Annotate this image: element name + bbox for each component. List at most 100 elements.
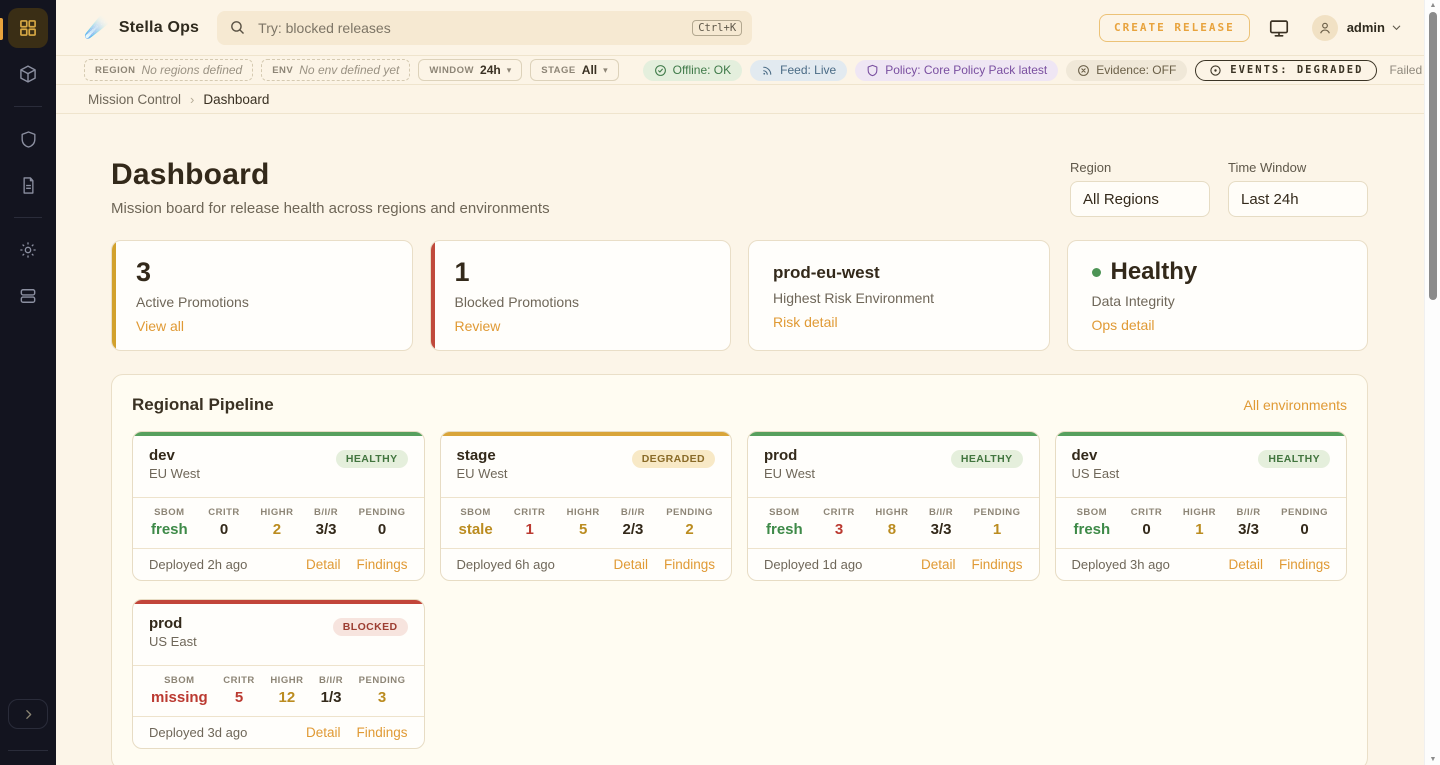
highr-value: 1	[1183, 521, 1216, 538]
panel-title: Regional Pipeline	[132, 395, 274, 415]
review-link[interactable]: Review	[455, 318, 501, 334]
detail-link[interactable]: Detail	[921, 557, 956, 572]
detail-link[interactable]: Detail	[613, 557, 648, 572]
pending-value: 2	[666, 521, 713, 538]
metric-label: B/I/R	[319, 675, 343, 686]
scroll-up-arrow[interactable]: ▲	[1425, 2, 1440, 9]
region-select[interactable]: All Regions	[1070, 181, 1210, 217]
pill-label: Policy: Core Policy Pack latest	[885, 63, 1047, 77]
offline-status-pill: Offline: OK	[643, 60, 742, 81]
region-name: EU West	[149, 466, 200, 481]
scroll-down-arrow[interactable]: ▼	[1425, 756, 1440, 763]
time-window-filter-label: Time Window	[1228, 160, 1368, 175]
app-header: ☄️ Stella Ops Ctrl+K CREATE RELEASE admi…	[56, 0, 1424, 56]
pill-label: Evidence: OFF	[1096, 63, 1176, 77]
x-circle-icon	[1077, 64, 1090, 77]
sidebar-expand-button[interactable]	[8, 699, 48, 729]
all-environments-link[interactable]: All environments	[1244, 397, 1348, 413]
stat-value: 3	[136, 258, 392, 288]
metric-label: HIGHR	[875, 507, 908, 518]
sidebar-divider	[8, 750, 48, 751]
findings-link[interactable]: Findings	[971, 557, 1022, 572]
deployed-text: Deployed 3d ago	[149, 725, 247, 740]
deployed-text: Deployed 2h ago	[149, 557, 247, 572]
detail-link[interactable]: Detail	[1228, 557, 1263, 572]
pending-value: 1	[974, 521, 1021, 538]
sbom-value: fresh	[766, 521, 803, 538]
pipeline-card-prod-us-east: prod US East BLOCKED SBOMmissing CRITR5 …	[132, 599, 425, 749]
region-context-chip[interactable]: REGION No regions defined	[84, 59, 253, 81]
pipeline-grid: dev EU West HEALTHY SBOMfresh CRITR0 HIG…	[132, 431, 1347, 749]
region-filter-label: Region	[1070, 160, 1210, 175]
metric-label: CRITR	[223, 675, 255, 686]
stage-dropdown[interactable]: STAGE All ▾	[530, 59, 618, 81]
risk-detail-link[interactable]: Risk detail	[773, 314, 838, 330]
time-window-select[interactable]: Last 24h	[1228, 181, 1368, 217]
metric-label: HIGHR	[567, 507, 600, 518]
page-title: Dashboard	[111, 158, 550, 192]
env-context-chip[interactable]: ENV No env defined yet	[261, 59, 410, 81]
stat-cards-row: 3 Active Promotions View all 1 Blocked P…	[111, 240, 1368, 351]
detail-link[interactable]: Detail	[306, 557, 341, 572]
metric-label: B/I/R	[1236, 507, 1260, 518]
ops-detail-link[interactable]: Ops detail	[1092, 317, 1155, 333]
scrollbar-thumb[interactable]	[1429, 12, 1437, 300]
monitor-icon[interactable]	[1268, 17, 1290, 39]
document-icon	[19, 176, 38, 195]
metric-label: CRITR	[823, 507, 855, 518]
findings-link[interactable]: Findings	[1279, 557, 1330, 572]
search-input[interactable]	[258, 20, 692, 36]
sidebar-item-releases[interactable]	[8, 54, 48, 94]
create-release-button[interactable]: CREATE RELEASE	[1099, 14, 1250, 42]
sbom-value: stale	[459, 521, 493, 538]
pending-value: 0	[359, 521, 406, 538]
sidebar-item-dashboard[interactable]	[8, 8, 48, 48]
status-badge: HEALTHY	[951, 450, 1023, 468]
stat-label: Highest Risk Environment	[773, 290, 1029, 306]
sidebar-item-infrastructure[interactable]	[8, 276, 48, 316]
stat-label: Blocked Promotions	[455, 294, 711, 310]
view-all-link[interactable]: View all	[136, 318, 184, 334]
grid-icon	[18, 18, 38, 38]
sidebar-item-security[interactable]	[8, 119, 48, 159]
metric-label: PENDING	[359, 507, 406, 518]
stat-label: Data Integrity	[1092, 293, 1348, 309]
detail-link[interactable]: Detail	[306, 725, 341, 740]
metric-label: PENDING	[666, 507, 713, 518]
chip-value: 24h	[480, 63, 501, 77]
global-search[interactable]: Ctrl+K	[217, 11, 752, 45]
sidebar-item-documents[interactable]	[8, 165, 48, 205]
critr-value: 0	[208, 521, 240, 538]
metric-label: HIGHR	[260, 507, 293, 518]
deployed-text: Deployed 6h ago	[457, 557, 555, 572]
findings-link[interactable]: Findings	[356, 557, 407, 572]
highr-value: 5	[567, 521, 600, 538]
sbom-value: fresh	[1074, 521, 1111, 538]
bir-value: 3/3	[314, 521, 338, 538]
findings-link[interactable]: Findings	[664, 557, 715, 572]
findings-link[interactable]: Findings	[356, 725, 407, 740]
user-menu[interactable]: admin	[1312, 15, 1402, 41]
shield-icon	[866, 64, 879, 77]
breadcrumb-mission-control[interactable]: Mission Control	[88, 92, 181, 107]
bir-value: 3/3	[929, 521, 953, 538]
critr-value: 5	[223, 689, 255, 706]
window-dropdown[interactable]: WINDOW 24h ▾	[418, 59, 522, 81]
bir-value: 1/3	[319, 689, 343, 706]
badge-label: EVENTS: DEGRADED	[1230, 64, 1363, 76]
metric-label: CRITR	[1131, 507, 1163, 518]
deployed-text: Deployed 3h ago	[1072, 557, 1170, 572]
evidence-status-pill: Evidence: OFF	[1066, 60, 1187, 81]
rss-icon	[761, 64, 774, 77]
page-scrollbar[interactable]: ▲ ▼	[1424, 0, 1440, 765]
sidebar-item-settings[interactable]	[8, 230, 48, 270]
avatar	[1312, 15, 1338, 41]
sidebar-divider	[14, 106, 42, 107]
critr-value: 3	[823, 521, 855, 538]
active-promotions-card: 3 Active Promotions View all	[111, 240, 413, 351]
stat-label: Active Promotions	[136, 294, 392, 310]
status-badge: HEALTHY	[1258, 450, 1330, 468]
metric-label: CRITR	[208, 507, 240, 518]
critr-value: 0	[1131, 521, 1163, 538]
feed-status-pill: Feed: Live	[750, 60, 847, 81]
